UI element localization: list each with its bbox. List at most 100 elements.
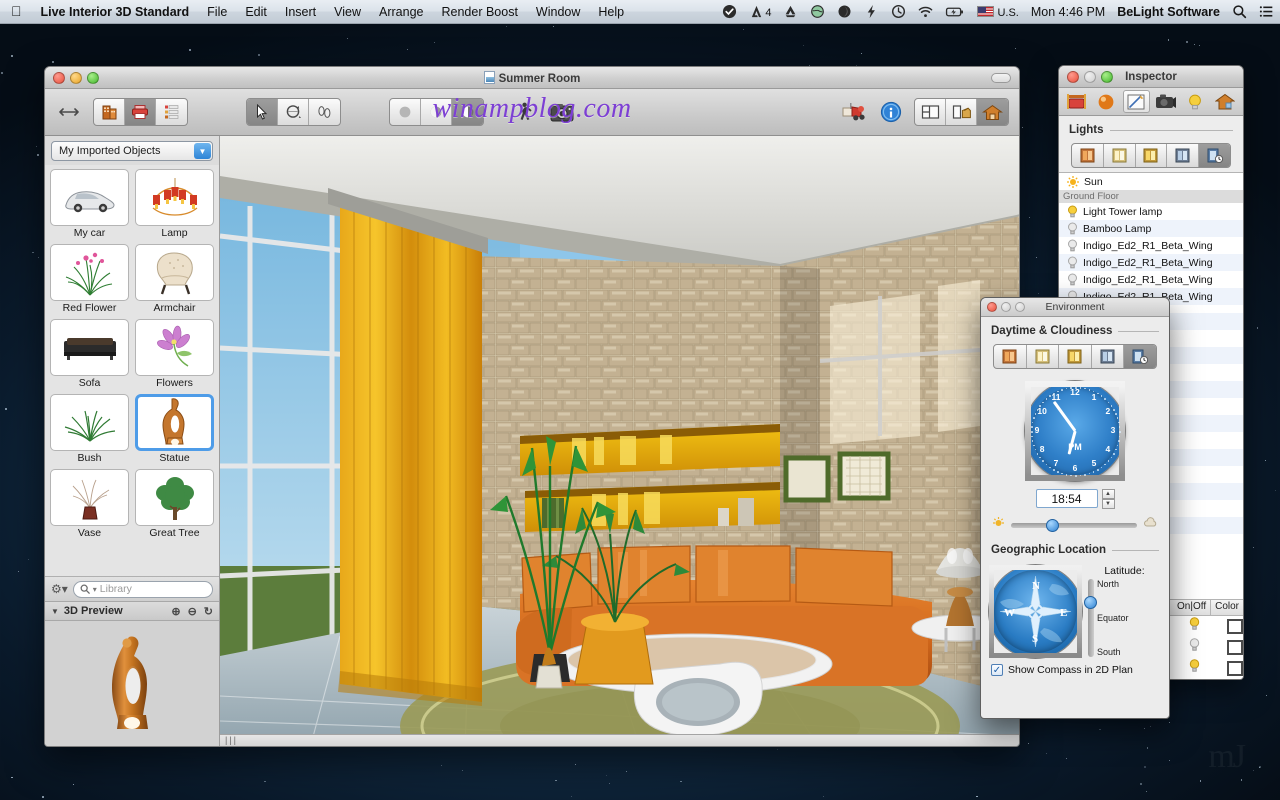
library-item-flowers[interactable]: Flowers [135,319,214,392]
library-item-vase[interactable]: Vase [50,469,129,542]
inspector-close-button[interactable] [1067,71,1079,83]
google-drive-icon[interactable] [777,0,804,24]
bulb-on-icon[interactable] [1175,617,1213,636]
color-swatch[interactable] [1227,640,1243,655]
zoom-button[interactable] [87,72,99,84]
time-input[interactable]: 18:54 [1036,489,1098,508]
time-stepper[interactable]: ▲ ▼ [1102,489,1115,508]
light-row-indigo-3[interactable]: Indigo_Ed2_R1_Beta_Wing [1059,271,1243,288]
print-button[interactable] [125,99,156,125]
apple-logo-icon[interactable]:  [0,0,32,24]
render-boost-truck-icon[interactable] [840,99,868,125]
viewport-grip[interactable]: ||| [225,735,238,745]
plan-view-button[interactable] [915,99,946,125]
material-tab[interactable] [1093,90,1120,113]
environment-minimize-button[interactable] [1001,302,1011,312]
environment-close-button[interactable] [987,302,997,312]
walk-tool[interactable] [309,99,340,125]
environment-titlebar[interactable]: Environment [981,298,1169,317]
cloudiness-slider-track[interactable] [1011,523,1137,528]
search-icon[interactable] [1226,0,1253,24]
latitude-slider-track[interactable] [1088,579,1094,657]
light-preset-evening[interactable] [1136,144,1168,167]
inspector-minimize-button[interactable] [1084,71,1096,83]
weather-preset-clear[interactable] [1027,345,1060,368]
light-row-indigo-1[interactable]: Indigo_Ed2_R1_Beta_Wing [1059,237,1243,254]
daytime-clock[interactable]: PM 12 1 2 3 4 5 6 7 8 9 10 11 [981,381,1169,481]
light-preset-custom-time[interactable] [1199,144,1230,167]
stepper-down[interactable]: ▼ [1102,499,1115,509]
zoom-in-button[interactable]: ⊕ [171,605,180,618]
latitude-slider-knob[interactable] [1084,596,1097,609]
search-input[interactable]: ▾ Library [73,581,213,598]
list-button[interactable] [156,99,187,125]
environment-zoom-button[interactable] [1015,302,1025,312]
library-item-armchair[interactable]: Armchair [135,244,214,317]
bulb-on-icon[interactable] [1175,659,1213,678]
flat-shading-button[interactable] [390,99,421,125]
globe-icon[interactable] [804,0,831,24]
gear-icon[interactable]: ⚙▾ [51,582,68,596]
document-titlebar[interactable]: Summer Room [45,67,1019,89]
show-compass-checkbox[interactable]: ✓ [991,664,1003,676]
library-collection-popup[interactable]: My Imported Objects ▼ [51,141,213,161]
orbit-tool[interactable] [278,99,309,125]
light-preset-morning[interactable] [1072,144,1104,167]
chevron-down-icon[interactable]: ▼ [194,143,211,159]
light-preset-day[interactable] [1104,144,1136,167]
menu-arrange[interactable]: Arrange [370,0,432,24]
color-swatch[interactable] [1227,661,1243,676]
bolt-icon[interactable] [858,0,885,24]
stepper-up[interactable]: ▲ [1102,489,1115,499]
library-item-bush[interactable]: Bush [50,394,129,467]
3d-viewport[interactable]: ||| [220,136,1019,747]
wifi-icon[interactable] [912,0,939,24]
disclosure-triangle-icon[interactable]: ▼ [51,607,59,616]
droplet-icon[interactable] [831,0,858,24]
menu-window[interactable]: Window [527,0,589,24]
library-item-sofa[interactable]: Sofa [50,319,129,392]
menu-clock[interactable]: Mon 4:46 PM [1025,0,1111,24]
building-tab[interactable] [1212,90,1239,113]
resize-tool-icon[interactable] [55,99,83,125]
menu-file[interactable]: File [198,0,236,24]
compass-rose-icon[interactable]: N S W E [989,565,1082,658]
battery-icon[interactable] [939,0,971,24]
camera-tab[interactable] [1152,90,1179,113]
clock-face[interactable]: PM 12 1 2 3 4 5 6 7 8 9 10 11 [1025,381,1125,481]
library-item-my-car[interactable]: My car [50,169,129,242]
inspector-titlebar[interactable]: Inspector [1059,66,1243,88]
menu-render-boost[interactable]: Render Boost [432,0,526,24]
light-row-bamboo-lamp[interactable]: Bamboo Lamp [1059,220,1243,237]
menu-view[interactable]: View [325,0,370,24]
inspector-zoom-button[interactable] [1101,71,1113,83]
color-swatch[interactable] [1227,619,1243,634]
weather-preset-custom[interactable] [1124,345,1156,368]
cloudiness-slider-knob[interactable] [1046,519,1059,532]
light-tab[interactable] [1182,90,1209,113]
menu-app-name[interactable]: Live Interior 3D Standard [32,0,199,24]
arrow-select-tool[interactable] [247,99,278,125]
library-item-lamp[interactable]: Lamp [135,169,214,242]
search-scope-chevron-icon[interactable]: ▾ [93,585,97,594]
3d-preview-area[interactable] [45,621,219,747]
toolbar-toggle-button[interactable] [991,73,1011,83]
light-row-indigo-2[interactable]: Indigo_Ed2_R1_Beta_Wing [1059,254,1243,271]
edit-tab[interactable] [1123,90,1150,113]
list-icon[interactable] [1253,0,1280,24]
library-item-red-flower[interactable]: Red Flower [50,244,129,317]
show-compass-checkbox-row[interactable]: ✓ Show Compass in 2D Plan [981,658,1169,676]
adobe-icon[interactable]: 4 [743,0,777,24]
light-preset-night[interactable] [1167,144,1199,167]
menu-edit[interactable]: Edit [236,0,276,24]
menu-user-name[interactable]: BeLight Software [1111,0,1226,24]
library-item-great-tree[interactable]: Great Tree [135,469,214,542]
house-3d-view-button[interactable] [977,99,1008,125]
light-row-light-tower-lamp[interactable]: Light Tower lamp [1059,203,1243,220]
menu-insert[interactable]: Insert [276,0,325,24]
time-machine-icon[interactable] [885,0,912,24]
weather-preset-cloudy[interactable] [1092,345,1125,368]
building-2d-button[interactable] [94,99,125,125]
input-source-indicator[interactable]: U.S. [971,0,1024,24]
document-proxy-icon[interactable] [484,71,495,84]
